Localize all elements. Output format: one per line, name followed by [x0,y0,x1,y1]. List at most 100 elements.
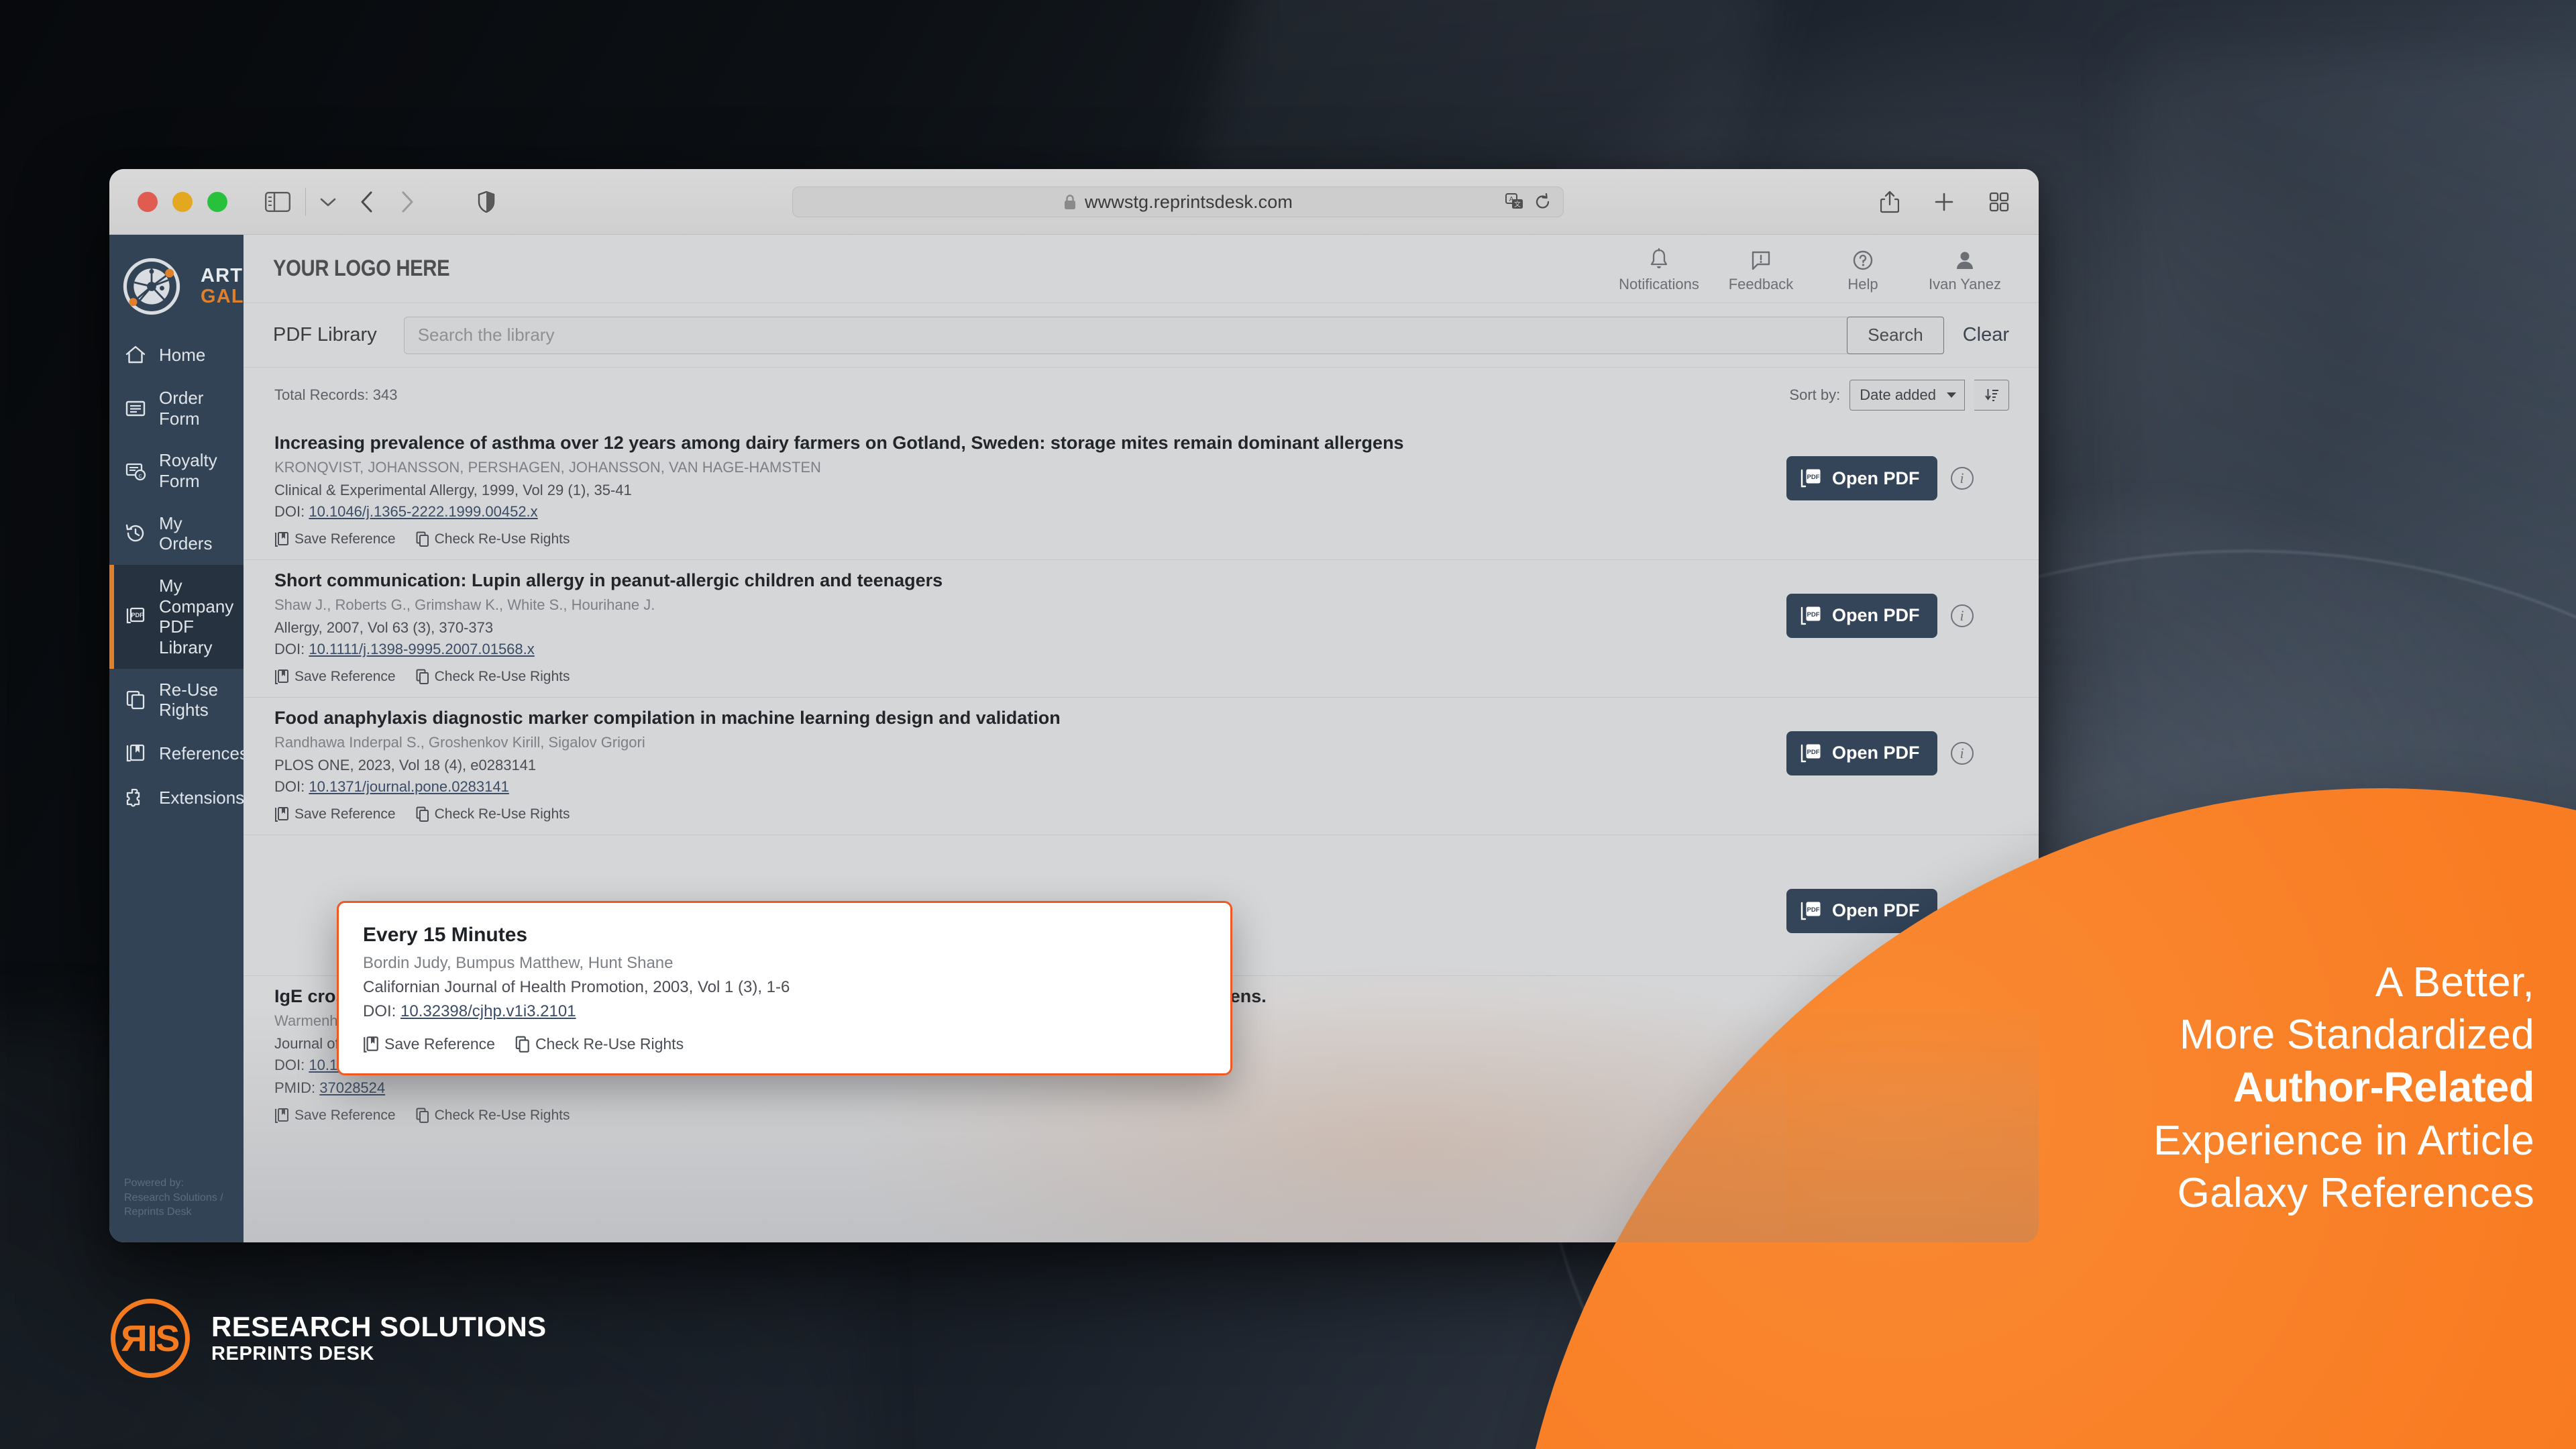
result-title[interactable]: Increasing prevalence of asthma over 12 … [274,432,1760,453]
svg-text:文: 文 [1514,200,1521,209]
save-reference-button[interactable]: Save Reference [274,669,396,685]
sidebar-item-label: Royalty Form [159,450,217,492]
copy-documents-icon [124,688,147,711]
sidebar-item-label: Re-Use Rights [159,679,219,720]
sidebar-item-references[interactable]: References [109,731,248,775]
sidebar-item-my-company-pdf-library[interactable]: PDF My Company PDF Library [109,565,244,669]
open-pdf-button[interactable]: PDF Open PDF [1786,456,1937,500]
save-reference-icon [364,1036,378,1053]
check-reuse-rights-button[interactable]: Check Re-Use Rights [416,531,570,547]
result-source: Allergy, 2007, Vol 63 (3), 370-373 [274,619,494,636]
open-pdf-label: Open PDF [1832,743,1920,763]
chevron-down-icon[interactable] [319,197,337,207]
result-details: Food anaphylaxis diagnostic marker compi… [274,707,1786,822]
info-icon[interactable]: i [1950,741,1974,765]
article-galaxy-logo-icon [123,258,180,315]
check-reuse-rights-button[interactable]: Check Re-Use Rights [416,1108,570,1124]
pdf-file-icon: PDF [1801,606,1821,625]
reference-preview-popup[interactable]: Every 15 Minutes Bordin Judy, Bumpus Mat… [337,901,1232,1076]
pmid-link[interactable]: 37028524 [319,1079,385,1096]
save-reference-icon [275,806,288,822]
result-actions: Save Reference Check Re-Use Rights [274,806,1760,822]
result-actions-right: PDF Open PDF i [1786,432,2008,500]
help-button[interactable]: Help [1812,244,1914,293]
open-pdf-button[interactable]: PDF Open PDF [1786,593,1937,638]
maximize-window-button[interactable] [207,191,227,212]
user-account-button[interactable]: Ivan Yanez [1914,244,2016,293]
close-window-button[interactable] [138,191,158,212]
back-chevron-icon[interactable] [360,191,374,213]
feedback-button[interactable]: Feedback [1710,244,1812,293]
result-title[interactable]: Short communication: Lupin allergy in pe… [274,570,1760,591]
pdf-file-icon: PDF [1801,469,1821,488]
rs-company-name: RESEARCH SOLUTIONS [211,1310,547,1342]
doi-label: DOI: [274,503,305,521]
doi-link[interactable]: 10.32398/cjhp.v1i3.2101 [400,1002,576,1020]
result-row[interactable]: Short communication: Lupin allergy in pe… [244,560,2039,698]
header-actions: Notifications Feedback Help Ivan Yanez [1608,244,2039,293]
sidebar-item-label: Extensions [159,787,245,808]
copy-icon [416,1108,429,1123]
clear-button[interactable]: Clear [1963,324,2009,346]
info-icon[interactable]: i [1950,604,1974,627]
result-row[interactable]: Food anaphylaxis diagnostic marker compi… [244,698,2039,835]
app-header: YOUR LOGO HERE Notifications Feedback He… [244,235,2039,303]
popup-source: Californian Journal of Health Promotion,… [363,978,790,996]
result-doi: DOI: 10.1046/j.1365-2222.1999.00452.x [274,502,1760,522]
open-pdf-button[interactable]: PDF Open PDF [1786,731,1937,775]
sort-by-select[interactable]: Date added [1849,380,1965,411]
minimize-window-button[interactable] [172,191,193,212]
pdf-file-icon: PDF [1801,902,1821,920]
pdf-library-section-label: PDF Library [273,324,377,345]
check-reuse-rights-button[interactable]: Check Re-Use Rights [416,669,570,685]
sort-direction-button[interactable] [1974,380,2009,411]
puzzle-piece-icon [124,786,147,809]
forward-chevron-icon[interactable] [400,191,415,213]
sidebar-item-my-orders[interactable]: My Orders [109,502,244,565]
save-reference-button[interactable]: Save Reference [363,1035,495,1053]
popup-title: Every 15 Minutes [363,924,528,946]
share-icon[interactable] [1880,191,1899,213]
sidebar-toggle-icon[interactable] [265,191,290,212]
check-reuse-rights-button[interactable]: Check Re-Use Rights [416,806,570,822]
sidebar-item-label: Order Form [159,388,204,429]
result-details: Short communication: Lupin allergy in pe… [274,570,1786,685]
sidebar-item-re-use-rights[interactable]: Re-Use Rights [109,669,244,731]
result-title[interactable]: Food anaphylaxis diagnostic marker compi… [274,707,1760,729]
save-reference-button[interactable]: Save Reference [274,806,396,822]
result-row[interactable]: Increasing prevalence of asthma over 12 … [244,423,2039,560]
copy-icon [515,1036,529,1053]
doi-link[interactable]: 10.1046/j.1365-2222.1999.00452.x [309,503,537,520]
doi-link[interactable]: 10.1371/journal.pone.0283141 [309,778,509,795]
browser-titlebar: wwwstg.reprintsdesk.com A文 [109,169,2039,235]
promo-line-5: Galaxy References [2177,1169,2534,1216]
sidebar-item-royalty-form[interactable]: c Royalty Form [109,439,244,502]
search-button[interactable]: Search [1847,316,1944,354]
notifications-button[interactable]: Notifications [1608,244,1710,293]
translate-icon[interactable]: A文 [1505,193,1524,211]
privacy-shield-icon[interactable] [478,191,495,213]
tab-overview-icon[interactable] [1989,192,2009,212]
sidebar-item-extensions[interactable]: Extensions [109,775,244,820]
customer-logo-placeholder: YOUR LOGO HERE [273,256,450,281]
feedback-speech-bubble-icon [1750,244,1772,271]
reload-icon[interactable] [1535,193,1551,211]
result-doi: DOI: 10.1371/journal.pone.0283141 [274,777,1760,797]
rs-monogram-text: RIS [122,1317,180,1359]
save-reference-button[interactable]: Save Reference [274,531,396,547]
address-bar[interactable]: wwwstg.reprintsdesk.com A文 [792,186,1564,217]
sidebar-item-order-form[interactable]: Order Form [109,377,244,439]
copy-icon [416,806,429,822]
save-reference-button[interactable]: Save Reference [274,1108,396,1124]
rs-monogram-icon: RIS [111,1299,190,1378]
plus-icon[interactable] [1934,192,1954,212]
doi-link[interactable]: 10.1111/j.1398-9995.2007.01568.x [309,641,534,657]
open-pdf-label: Open PDF [1832,605,1920,626]
info-icon[interactable]: i [1950,467,1974,490]
check-reuse-rights-button[interactable]: Check Re-Use Rights [515,1035,684,1053]
article-galaxy-brand[interactable]: ARTICLE GALAXY [109,235,290,333]
sidebar-item-home[interactable]: Home [109,333,244,377]
sort-by-value: Date added [1860,386,1936,403]
result-actions-right: PDF Open PDF i [1786,707,2008,775]
search-input[interactable]: Search the library [403,316,1848,354]
